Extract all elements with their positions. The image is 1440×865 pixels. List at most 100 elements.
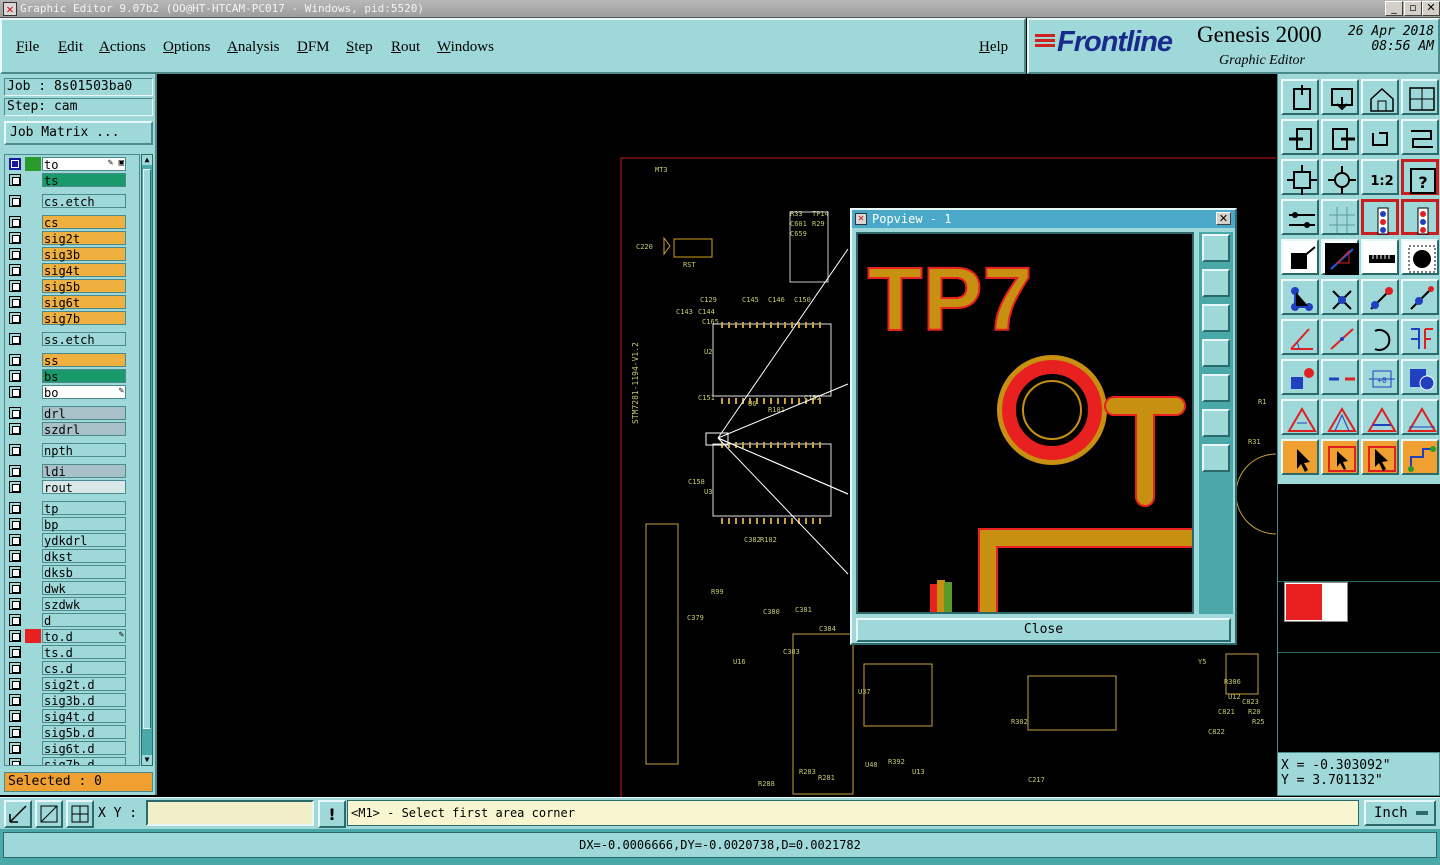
- layer-name[interactable]: ss.etch: [42, 332, 126, 347]
- layer-checkbox[interactable]: [9, 646, 21, 658]
- layer-name[interactable]: dkst: [42, 549, 126, 564]
- popview-close-button[interactable]: Close: [856, 618, 1231, 642]
- layer-name[interactable]: sig7b: [42, 311, 126, 326]
- layer-row-sig7b[interactable]: sig7b: [7, 311, 127, 326]
- layer-color-swatch[interactable]: [25, 422, 41, 436]
- layer-name[interactable]: sig4t.d: [42, 709, 126, 724]
- layer-color-swatch[interactable]: [25, 581, 41, 595]
- layer-color-swatch[interactable]: [25, 549, 41, 563]
- layer-row-dwk[interactable]: dwk: [7, 581, 127, 596]
- layer-name[interactable]: rout: [42, 480, 126, 495]
- layer-checkbox[interactable]: [9, 232, 21, 244]
- layer-color-swatch[interactable]: [25, 279, 41, 293]
- layer-name[interactable]: ldi: [42, 464, 126, 479]
- popview-zoom-in-icon[interactable]: [1202, 234, 1230, 262]
- pointer-box-icon[interactable]: [1321, 439, 1359, 475]
- layer-color-swatch[interactable]: [25, 517, 41, 531]
- popview-fit-profile-icon[interactable]: [1202, 444, 1230, 472]
- menu-file[interactable]: File: [16, 39, 39, 56]
- layer-checkbox[interactable]: [9, 312, 21, 324]
- layer-checkbox[interactable]: [9, 662, 21, 674]
- snap-net-icon[interactable]: [1401, 199, 1439, 235]
- angle-icon[interactable]: [1281, 319, 1319, 355]
- alert-icon[interactable]: !: [318, 800, 346, 828]
- menu-analysis[interactable]: Analysis: [227, 39, 280, 56]
- layer-name[interactable]: sig3b.d: [42, 693, 126, 708]
- layer-name[interactable]: szdwk: [42, 597, 126, 612]
- layer-checkbox[interactable]: [9, 444, 21, 456]
- layer-name[interactable]: sig2t: [42, 231, 126, 246]
- layer-row-npth[interactable]: npth: [7, 443, 127, 458]
- layer-checkbox[interactable]: [9, 216, 21, 228]
- layer-color-swatch[interactable]: [25, 353, 41, 367]
- measure-icon[interactable]: [1281, 199, 1319, 235]
- zoom-save-icon[interactable]: [1321, 79, 1359, 115]
- layer-color-swatch[interactable]: [25, 173, 41, 187]
- zoom-window-icon[interactable]: [35, 800, 63, 828]
- layer-name[interactable]: dwk: [42, 581, 126, 596]
- layer-row-cs-etch[interactable]: cs.etch: [7, 194, 127, 209]
- layer-name[interactable]: sig2t.d: [42, 677, 126, 692]
- layer-row-bo[interactable]: bo ✎: [7, 385, 127, 400]
- layer-checkbox[interactable]: [9, 582, 21, 594]
- layer-color-swatch[interactable]: [25, 385, 41, 399]
- triangle-c-icon[interactable]: [1361, 399, 1399, 435]
- node-icon[interactable]: [1321, 279, 1359, 315]
- layer-color-swatch[interactable]: [25, 533, 41, 547]
- layer-checkbox[interactable]: [9, 598, 21, 610]
- layer-name[interactable]: sig6t.d: [42, 741, 126, 756]
- layer-row-sig7b-d[interactable]: sig7b.d: [7, 757, 127, 765]
- line-icon[interactable]: [1321, 319, 1359, 355]
- menu-step[interactable]: Step: [346, 39, 373, 56]
- layer-row-ss-etch[interactable]: ss.etch: [7, 332, 127, 347]
- layer-checkbox[interactable]: [9, 481, 21, 493]
- units-select[interactable]: Inch: [1364, 800, 1436, 826]
- layer-row-ss[interactable]: ss: [7, 353, 127, 368]
- layer-checkbox[interactable]: [9, 630, 21, 642]
- layer-color-swatch[interactable]: [25, 247, 41, 261]
- layer-name[interactable]: cs.etch: [42, 194, 126, 209]
- ruler-icon[interactable]: [1361, 239, 1399, 275]
- triangle-b-icon[interactable]: [1321, 399, 1359, 435]
- resize-icon[interactable]: +0: [1361, 359, 1399, 395]
- layer-color-swatch[interactable]: [25, 629, 41, 643]
- menu-rout[interactable]: Rout: [391, 39, 420, 56]
- layer-name[interactable]: dksb: [42, 565, 126, 580]
- pointer-select-icon[interactable]: [1361, 439, 1399, 475]
- layer-color-swatch[interactable]: [25, 480, 41, 494]
- connect-icon[interactable]: [1281, 279, 1319, 315]
- layer-checkbox[interactable]: [9, 534, 21, 546]
- layer-row-ldi[interactable]: ldi: [7, 464, 127, 479]
- layer-checkbox[interactable]: [9, 726, 21, 738]
- layer-checkbox[interactable]: [9, 354, 21, 366]
- pan-left-icon[interactable]: [1281, 119, 1319, 155]
- popview-pan-right-icon[interactable]: [1202, 374, 1230, 402]
- popview-zoom-up-icon[interactable]: [1202, 269, 1230, 297]
- triangle-a-icon[interactable]: [1281, 399, 1319, 435]
- layer-checkbox[interactable]: [9, 710, 21, 722]
- layer-color-swatch[interactable]: [25, 741, 41, 755]
- layer-color-swatch[interactable]: [25, 709, 41, 723]
- zoom-home-icon[interactable]: [1281, 79, 1319, 115]
- menu-help[interactable]: Help: [979, 39, 1008, 56]
- xy-input[interactable]: [146, 800, 314, 826]
- fit-profile-icon[interactable]: [1321, 159, 1359, 195]
- layer-checkbox[interactable]: [9, 370, 21, 382]
- popview-fit-icon[interactable]: [1202, 409, 1230, 437]
- layer-row-ts[interactable]: ts: [7, 173, 127, 188]
- transform-icon[interactable]: [1401, 359, 1439, 395]
- layer-name[interactable]: ts.d: [42, 645, 126, 660]
- layer-color-swatch[interactable]: [25, 757, 41, 765]
- maximize-button[interactable]: ▫: [1404, 1, 1422, 16]
- layer-name[interactable]: sig5b: [42, 279, 126, 294]
- popview-pan-left-icon[interactable]: [1202, 339, 1230, 367]
- layer-row-tp[interactable]: tp: [7, 501, 127, 516]
- layer-color-swatch[interactable]: [25, 464, 41, 478]
- layer-row-sig5b-d[interactable]: sig5b.d: [7, 725, 127, 740]
- layer-checkbox[interactable]: [9, 502, 21, 514]
- layer-color-swatch[interactable]: [25, 332, 41, 346]
- move-node-icon[interactable]: [1401, 279, 1439, 315]
- layer-checkbox[interactable]: [9, 195, 21, 207]
- layer-checkbox[interactable]: [9, 614, 21, 626]
- layer-color-swatch[interactable]: [25, 661, 41, 675]
